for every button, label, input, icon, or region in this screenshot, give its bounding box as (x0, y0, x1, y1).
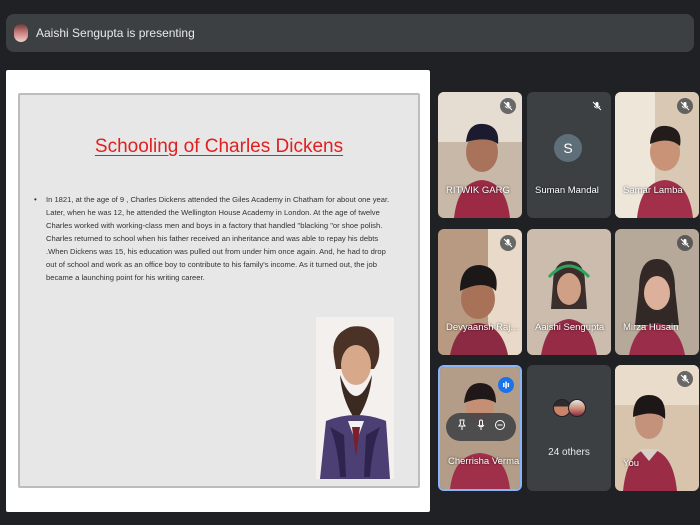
participant-tile-mirza-husain[interactable]: Mirza Husain (615, 229, 699, 355)
others-avatar-stack (553, 399, 586, 417)
avatar (568, 399, 586, 417)
pin-icon[interactable] (456, 418, 468, 436)
participant-name: Cherrisha Verma (448, 456, 520, 467)
participant-tile-you[interactable]: You (615, 365, 699, 491)
participant-name: Samar Lamba (623, 185, 683, 196)
participant-tile-devyaansh[interactable]: Devyaansh Raj... (438, 229, 522, 355)
slide-body: • In 1821, at the age of 9 , Charles Dic… (34, 193, 398, 284)
slide-paragraph: In 1821, at the age of 9 , Charles Dicke… (46, 195, 390, 282)
participant-tile-ritwik-garg[interactable]: RITWIK GARG (438, 92, 522, 218)
mic-off-icon (500, 98, 516, 114)
participant-tile-suman-mandal[interactable]: S Suman Mandal (527, 92, 611, 218)
participant-name: Devyaansh Raj... (446, 322, 519, 333)
avatar: S (554, 134, 582, 162)
participant-name: RITWIK GARG (446, 185, 510, 196)
others-count: 24 others (548, 447, 590, 458)
tile-hover-controls (446, 413, 516, 441)
presenter-avatar (14, 24, 28, 42)
participant-name: Suman Mandal (535, 185, 599, 196)
participant-tile-aaishi-sengupta[interactable]: Aaishi Sengupta (527, 229, 611, 355)
bullet-marker: • (34, 195, 37, 204)
mic-off-icon (677, 235, 693, 251)
presentation-stage[interactable]: Schooling of Charles Dickens • In 1821, … (6, 70, 430, 512)
presenting-banner: Aaishi Sengupta is presenting (6, 14, 694, 52)
participant-video (527, 229, 611, 355)
slide: Schooling of Charles Dickens • In 1821, … (18, 93, 420, 488)
participant-name: Mirza Husain (623, 322, 679, 333)
remove-icon[interactable] (494, 418, 506, 436)
participant-name: Aaishi Sengupta (535, 322, 605, 333)
mic-off-icon (500, 235, 516, 251)
participant-name: You (623, 458, 640, 469)
dickens-portrait-illustration (316, 317, 394, 479)
mic-off-icon (589, 98, 605, 114)
others-tile[interactable]: 24 others (527, 365, 611, 491)
participant-tile-samar-lamba[interactable]: Samar Lamba (615, 92, 699, 218)
presenting-label: Aaishi Sengupta is presenting (36, 26, 195, 40)
slide-title: Schooling of Charles Dickens (94, 136, 344, 157)
audio-level-icon (498, 377, 514, 393)
participant-tile-cherrisha-verma[interactable]: Cherrisha Verma (438, 365, 522, 491)
dickens-portrait-image (316, 317, 394, 479)
mic-off-icon (677, 371, 693, 387)
mic-off-icon (677, 98, 693, 114)
mic-icon[interactable] (475, 418, 487, 436)
